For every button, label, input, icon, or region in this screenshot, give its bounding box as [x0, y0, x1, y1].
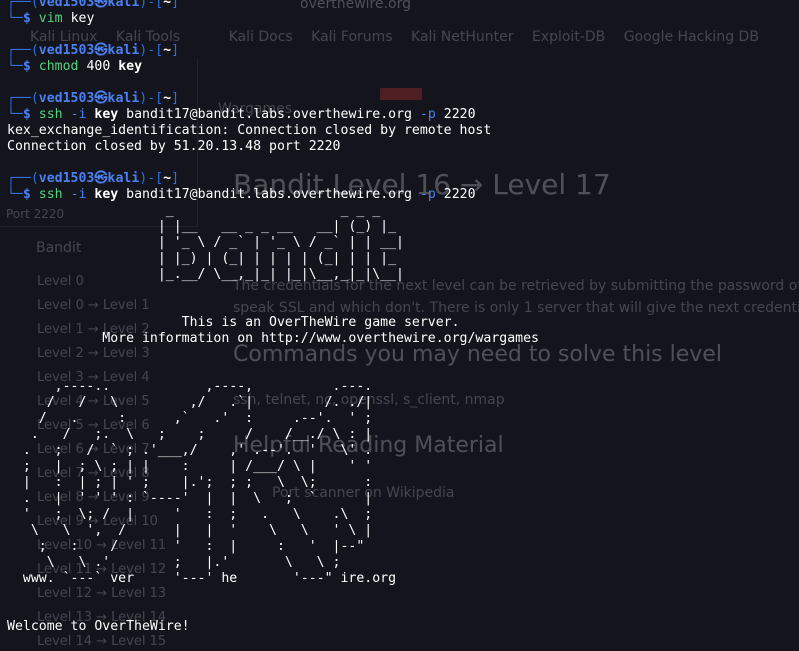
error-output: Connection closed by 51.20.13.48 port 22…: [7, 139, 341, 154]
server-message: More information on http://www.overthewi…: [7, 331, 539, 346]
server-message: This is an OverTheWire game server.: [7, 315, 460, 330]
terminal-output: ┌──(ved1503㉿kali)-[~] └─$ vim key ┌──(ved1…: [7, 0, 539, 635]
bookmark: Google Hacking DB: [623, 29, 759, 45]
otw-art-line: \ \ .' ; |.' \ \ ;: [7, 555, 341, 570]
otw-art-line: . ; / ` ; .'___,/ ,' .--'. ' \' .: [7, 443, 373, 458]
otw-art-line: . / ;. \ ; ; / /__./ \ : |: [7, 427, 373, 442]
banner-art-line: | |_) | (_| | | | | (_| | | |_: [7, 251, 397, 266]
prompt-line-top: ┌──(ved1503㉿kali)-[~]: [7, 0, 180, 10]
command-line: └─$ vim key: [7, 11, 95, 26]
otw-art-line: www. `---` ver '---' he '---" ire.org: [7, 571, 397, 586]
error-output: kex_exchange_identification: Connection …: [7, 123, 492, 138]
banner-art-line: |_.__/ \__,_|_| |_|\__,_|_|\__|: [7, 267, 404, 282]
otw-art-line: ,----.. ,----, .---.: [7, 379, 373, 394]
command-line: └─$ ssh -i key bandit17@bandit.labs.over…: [7, 107, 476, 122]
command-line: └─$ ssh -i key bandit17@bandit.labs.over…: [7, 187, 476, 202]
prompt-line-top: ┌──(ved1503㉿kali)-[~]: [7, 43, 180, 58]
otw-art-line: . | ' ' ' : `----' | | \ ; ` |: [7, 491, 373, 506]
prompt-line-top: ┌──(ved1503㉿kali)-[~]: [7, 171, 180, 186]
bookmark: Exploit-DB: [531, 29, 606, 45]
otw-art-line: ; : / ' : | : ' |--": [7, 539, 365, 554]
background-level-item: Level 14 → Level 15: [37, 634, 167, 649]
otw-art-line: / / \ ,/ .`| /. ./|: [7, 395, 373, 410]
otw-art-line: / . : ,` .' : .--'. ' ;: [7, 411, 373, 426]
otw-art-line: \ \ ', / | | ' \ \ ' \ |: [7, 523, 373, 538]
banner-art-line: | '_ \ / _` | '_ \ / _` | | __|: [7, 235, 404, 250]
banner-art-line: _ _ _ _: [7, 203, 381, 218]
welcome-message: Welcome to OverTheWire!: [7, 619, 190, 634]
otw-art-line: | : | ; | ' ; |.'; ; ; \ \; :: [7, 475, 373, 490]
command-line: └─$ chmod 400 key: [7, 59, 143, 74]
otw-art-line: ; | ; \ ; | | : | /___/ \ | ' ': [7, 459, 373, 474]
otw-art-line: ' ; \; / | ' : ; . \ .\ ;: [7, 507, 373, 522]
banner-art-line: | |__ __ _ _ __ __| (_) |_: [7, 219, 397, 234]
prompt-line-top: ┌──(ved1503㉿kali)-[~]: [7, 91, 180, 106]
